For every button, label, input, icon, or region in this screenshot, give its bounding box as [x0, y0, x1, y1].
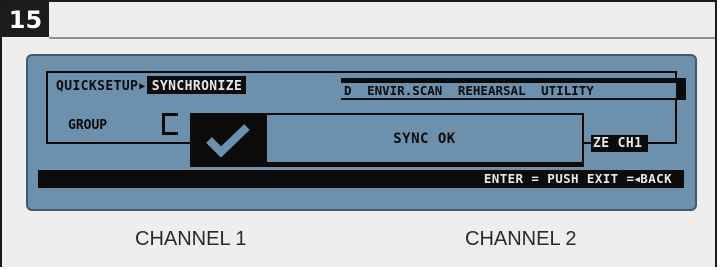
menu-strip: D ENVIR.SCAN REHEARSAL UTILITY — [341, 83, 676, 98]
group-value-field[interactable] — [162, 113, 178, 135]
channel-tag: ZE CH1 — [591, 135, 649, 152]
menu-frame: QUICKSETUP▶ SYNCHRONIZE D ENVIR.SCAN REHE… — [46, 71, 686, 167]
step-number-badge: 15 — [2, 2, 49, 37]
menu-item-d[interactable]: D — [344, 83, 352, 98]
menu-bar: D ENVIR.SCAN REHEARSAL UTILITY — [341, 78, 686, 100]
menu-item-utility[interactable]: UTILITY — [541, 83, 594, 98]
exit-hint: EXIT = — [586, 171, 635, 186]
status-bar: ENTER = PUSH EXIT =◀BACK — [38, 170, 684, 188]
group-label: GROUP — [68, 118, 108, 133]
enter-push-hint: ENTER = PUSH — [483, 171, 579, 186]
back-arrow-icon: ◀ — [634, 175, 641, 185]
breadcrumb-parent[interactable]: QUICKSETUP — [56, 79, 138, 94]
back-hint: BACK — [640, 171, 672, 186]
menu-item-rehearsal[interactable]: REHEARSAL — [458, 83, 526, 98]
checkmark-icon — [190, 113, 265, 167]
caption-channel-2: CHANNEL 2 — [465, 228, 577, 250]
step-frame: 15 QUICKSETUP▶ SYNCHRONIZE D ENVIR.SCAN R… — [0, 0, 717, 267]
menu-item-envir-scan[interactable]: ENVIR.SCAN — [367, 83, 442, 98]
channel-captions: CHANNEL 1 CHANNEL 2 — [2, 228, 719, 258]
lcd-display: QUICKSETUP▶ SYNCHRONIZE D ENVIR.SCAN REHE… — [26, 54, 697, 211]
breadcrumb-current[interactable]: SYNCHRONIZE — [146, 76, 247, 94]
caption-channel-1: CHANNEL 1 — [135, 228, 247, 250]
sync-message: SYNC OK — [267, 115, 582, 162]
header-divider — [49, 37, 715, 39]
sync-status-popup: SYNC OK — [265, 113, 584, 167]
breadcrumb-arrow-icon: ▶ — [139, 81, 146, 92]
breadcrumb: QUICKSETUP▶ SYNCHRONIZE — [56, 76, 247, 94]
